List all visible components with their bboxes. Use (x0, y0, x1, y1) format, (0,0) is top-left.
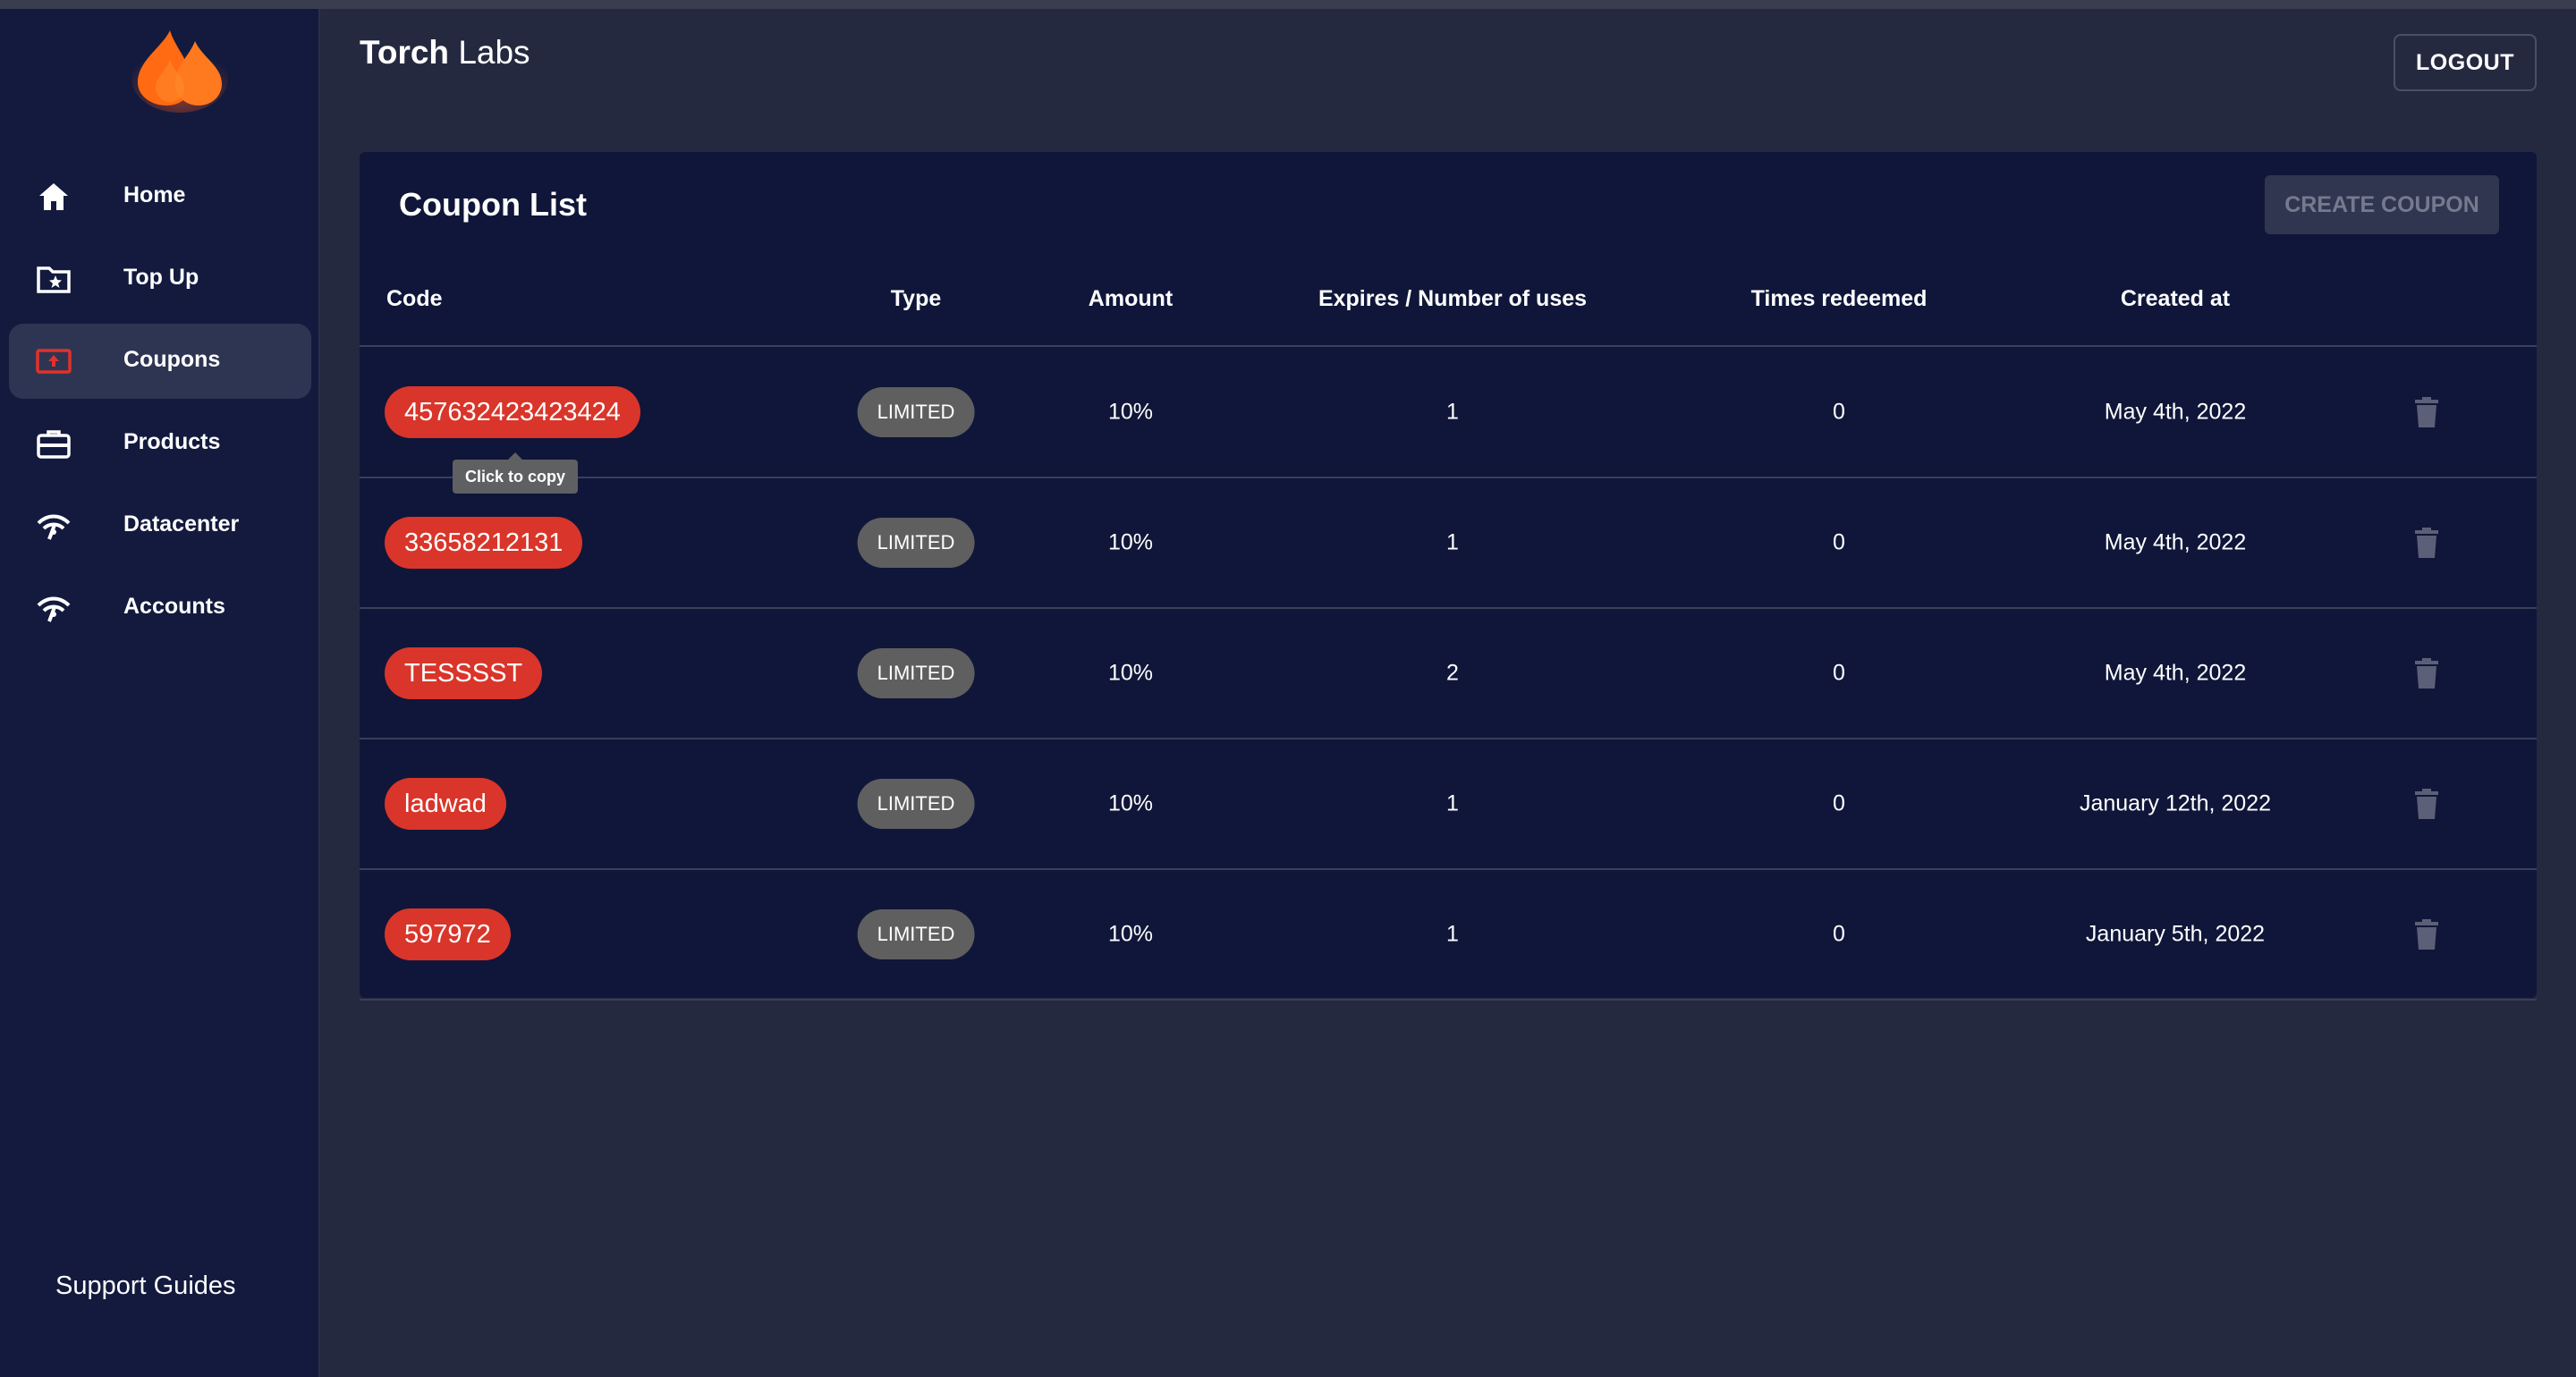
coupon-code-chip[interactable]: TESSSST (385, 646, 543, 699)
sidebar-item-label: Top Up (123, 265, 199, 290)
uses-cell: 1 (1446, 921, 1459, 946)
brand-title-rest: Labs (449, 34, 530, 71)
coupon-list-card: Coupon List CREATE COUPON Code Type Amou… (360, 152, 2537, 1001)
trash-icon[interactable] (2415, 527, 2438, 558)
type-badge: LIMITED (857, 386, 975, 437)
sidebar-item-datacenter[interactable]: Datacenter (9, 488, 311, 563)
created-at-cell: May 4th, 2022 (2104, 660, 2247, 685)
type-badge: LIMITED (857, 778, 975, 829)
sidebar-nav: Home Top Up Coupons Products Datacenter (9, 159, 311, 653)
coupon-code-chip[interactable]: ladwad (385, 777, 506, 830)
sidebar-item-home[interactable]: Home (9, 159, 311, 234)
table-row: 597972 LIMITED 10% 1 0 January 5th, 2022 (360, 869, 2537, 1001)
coupon-icon (36, 343, 72, 379)
type-badge: LIMITED (857, 647, 975, 698)
folder-star-icon (36, 261, 72, 297)
coupon-code-chip[interactable]: 457632423423424 (385, 385, 640, 438)
redeemed-cell: 0 (1833, 529, 1845, 554)
sidebar-item-label: Products (123, 429, 221, 454)
amount-cell: 10% (1107, 399, 1154, 424)
window-top-bar (0, 0, 2576, 9)
logout-button[interactable]: LOGOUT (2394, 34, 2537, 91)
trash-icon[interactable] (2415, 918, 2438, 950)
column-header-type: Type (890, 286, 942, 311)
create-coupon-button[interactable]: CREATE COUPON (2265, 175, 2499, 234)
click-to-copy-tooltip: Click to copy (453, 452, 579, 494)
column-header-amount: Amount (1088, 286, 1174, 311)
type-badge: LIMITED (857, 517, 975, 568)
table-row: 457632423423424 LIMITED 10% 1 0 May 4th,… (360, 347, 2537, 478)
trash-icon[interactable] (2415, 396, 2438, 427)
redeemed-cell: 0 (1833, 399, 1845, 424)
sidebar-item-products[interactable]: Products (9, 406, 311, 481)
trash-icon[interactable] (2415, 657, 2438, 688)
redeemed-cell: 0 (1833, 790, 1845, 815)
coupon-code-chip[interactable]: 597972 (385, 908, 511, 960)
torch-flame-logo (131, 23, 229, 113)
created-at-cell: May 4th, 2022 (2104, 399, 2247, 424)
trash-icon[interactable] (2415, 788, 2438, 819)
wifi-icon (36, 590, 72, 626)
brand-title-bold: Torch (360, 34, 450, 71)
type-badge: LIMITED (857, 908, 975, 959)
uses-cell: 2 (1446, 660, 1459, 685)
sidebar-item-top-up[interactable]: Top Up (9, 241, 311, 317)
coupon-code-chip[interactable]: 33658212131 (385, 516, 583, 569)
home-icon (36, 179, 72, 215)
page-title: Coupon List (399, 186, 587, 223)
uses-cell: 1 (1446, 790, 1459, 815)
column-header-created-at: Created at (2120, 286, 2231, 311)
sidebar-item-label: Datacenter (123, 511, 240, 536)
briefcase-icon (36, 426, 72, 461)
amount-cell: 10% (1107, 921, 1154, 946)
support-guides-link[interactable]: Support Guides (55, 1271, 236, 1301)
table-row: 33658212131 LIMITED 10% 1 0 May 4th, 202… (360, 477, 2537, 609)
table-row: ladwad LIMITED 10% 1 0 January 12th, 202… (360, 739, 2537, 870)
amount-cell: 10% (1107, 790, 1154, 815)
sidebar-item-coupons[interactable]: Coupons (9, 324, 311, 399)
redeemed-cell: 0 (1833, 921, 1845, 946)
amount-cell: 10% (1107, 529, 1154, 554)
sidebar: Home Top Up Coupons Products Datacenter (0, 9, 320, 1377)
sidebar-item-accounts[interactable]: Accounts (9, 570, 311, 646)
wifi-icon (36, 508, 72, 544)
column-header-code: Code (386, 286, 443, 311)
uses-cell: 1 (1446, 529, 1459, 554)
sidebar-item-label: Coupons (123, 347, 221, 372)
amount-cell: 10% (1107, 660, 1154, 685)
table-header: Code Type Amount Expires / Number of use… (360, 286, 2537, 318)
uses-cell: 1 (1446, 399, 1459, 424)
created-at-cell: January 5th, 2022 (2085, 921, 2266, 946)
table-row: TESSSST LIMITED 10% 2 0 May 4th, 2022 (360, 608, 2537, 739)
brand-title: Torch Labs (360, 34, 530, 72)
redeemed-cell: 0 (1833, 660, 1845, 685)
created-at-cell: January 12th, 2022 (2079, 790, 2272, 815)
column-header-times-redeemed: Times redeemed (1750, 286, 1928, 311)
sidebar-item-label: Accounts (123, 594, 225, 619)
sidebar-item-label: Home (123, 182, 186, 207)
created-at-cell: May 4th, 2022 (2104, 529, 2247, 554)
column-header-expires: Expires / Number of uses (1318, 286, 1588, 311)
